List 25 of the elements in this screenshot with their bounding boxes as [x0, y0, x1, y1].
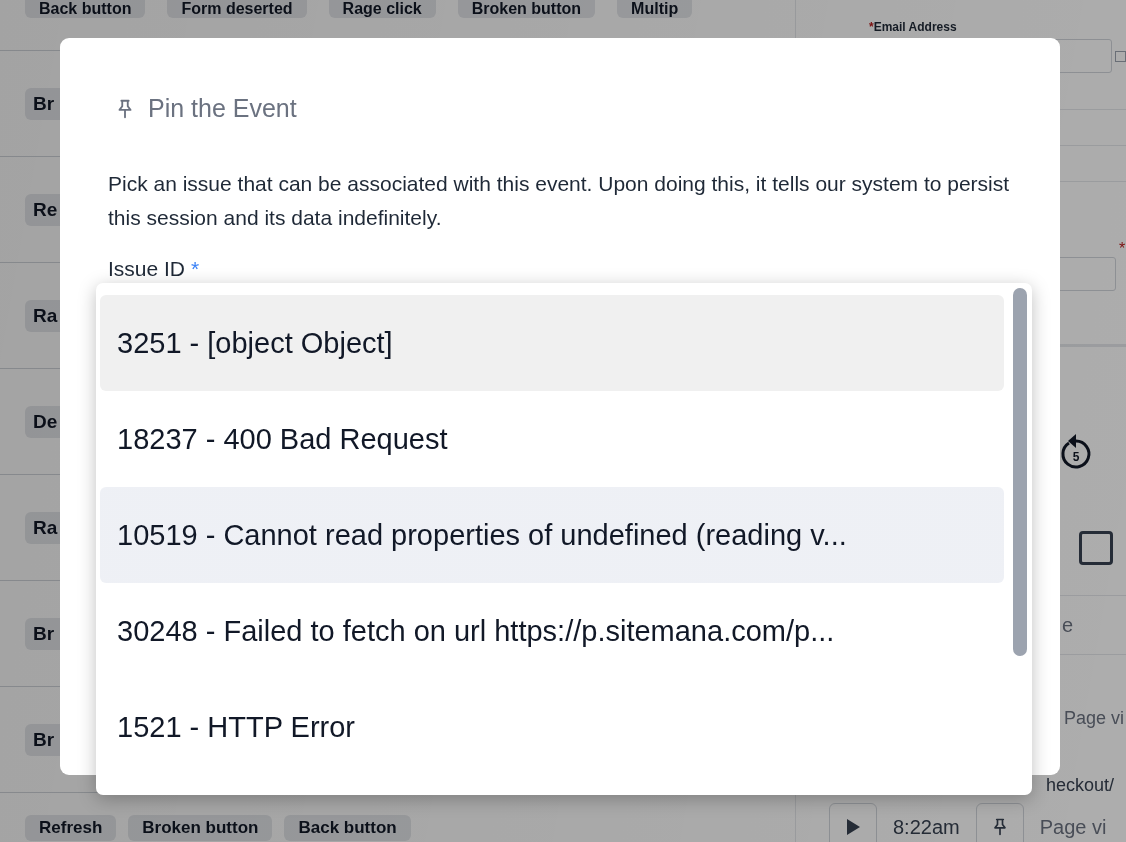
pin-button[interactable] — [975, 803, 1024, 842]
checkbox[interactable] — [1079, 531, 1113, 565]
tag: Back button — [284, 815, 411, 841]
tag: Refresh — [25, 815, 117, 841]
event-text: Page vi — [1064, 708, 1125, 728]
field-label: Issue ID * — [108, 257, 201, 281]
event-time: 8:22am — [893, 815, 960, 839]
modal-description: Pick an issue that can be associated with this event. Upon doing this, it tells our system to persist this session and its data indefinitely. — [108, 171, 1011, 231]
event-text: Page vi — [1039, 815, 1107, 839]
tag: Back button — [25, 0, 146, 18]
tag: Broken button — [128, 815, 273, 841]
tag: Form deserted — [167, 0, 307, 18]
dropdown-option[interactable]: 10519 - Cannot read properties of undefined (reading v... — [100, 487, 1004, 583]
modal-title: Pin the Event — [148, 94, 297, 123]
play-button[interactable] — [829, 803, 877, 842]
tag: Broken button — [457, 0, 596, 18]
checkbox[interactable] — [1115, 50, 1126, 62]
field-text: e — [1062, 613, 1074, 637]
tag: Multip — [617, 0, 693, 18]
tag: Rage click — [328, 0, 436, 18]
dropdown-option[interactable]: 3251 - [object Object] — [100, 295, 1004, 391]
field-label: *Email Address — [868, 19, 958, 36]
scrollbar-thumb[interactable] — [1013, 288, 1027, 656]
required-mark: * — [1119, 240, 1126, 257]
event-text: heckout/ — [1046, 775, 1115, 795]
